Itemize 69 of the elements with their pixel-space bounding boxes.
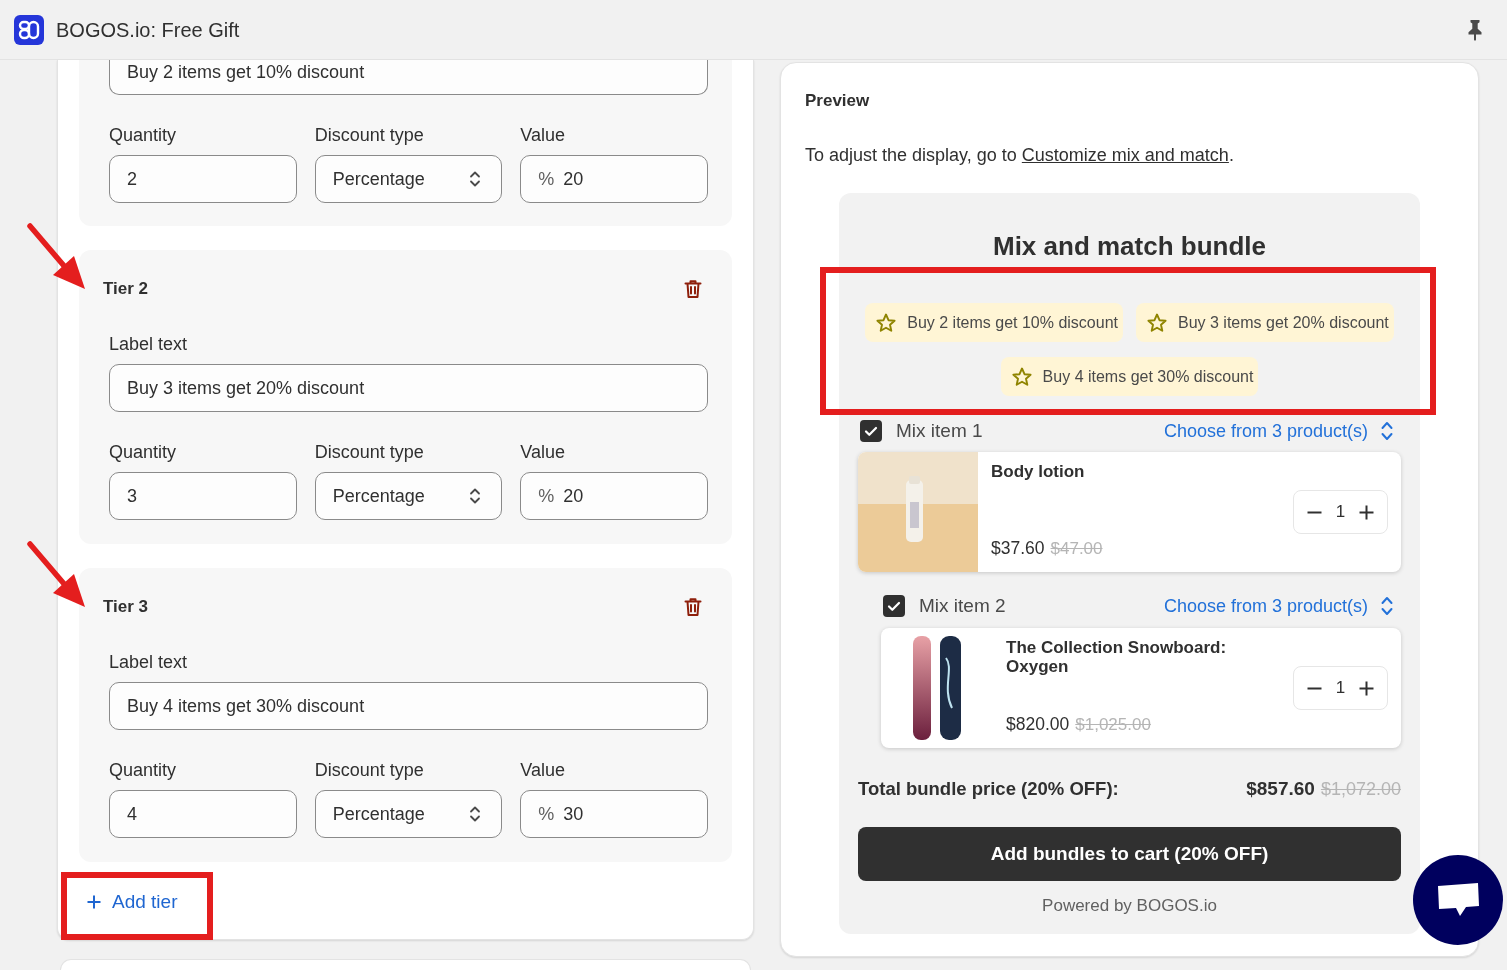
offer-label: Buy 3 items get 20% discount <box>1178 312 1389 333</box>
sale-price: $820.00 <box>1006 712 1070 736</box>
field-label: Discount type <box>314 441 425 464</box>
plus-icon[interactable] <box>1359 504 1374 520</box>
tier-title: Tier 3 <box>103 596 149 618</box>
product-name: The Collection Snowboard: Oxygen <box>1006 638 1228 676</box>
quantity-value: 1 <box>1335 677 1346 700</box>
input-field[interactable]: % 30 <box>520 790 708 838</box>
plus-icon <box>87 895 101 909</box>
add-to-cart-button[interactable]: Add bundles to cart (20% OFF) <box>858 827 1401 881</box>
chat-bubble-icon <box>1436 882 1480 918</box>
total-compare-at-price: $1,072.00 <box>1320 778 1401 800</box>
input-field[interactable]: Buy 4 items get 30% discount <box>109 682 708 730</box>
chevron-up-down-icon <box>469 804 482 824</box>
quantity-value: 1 <box>1335 501 1346 524</box>
offer-label: Buy 4 items get 30% discount <box>1042 366 1254 387</box>
field-label: Label text <box>109 651 189 674</box>
customize-link[interactable]: Customize mix and match <box>1021 145 1229 165</box>
chevron-up-down-icon <box>469 486 482 506</box>
chevron-up-down-icon[interactable] <box>1381 420 1393 442</box>
tier-title: Tier 2 <box>103 278 149 300</box>
input-field[interactable]: Buy 2 items get 10% discount <box>109 60 708 95</box>
trash-icon[interactable] <box>684 597 702 617</box>
checkbox[interactable] <box>883 595 905 617</box>
pin-icon[interactable] <box>1467 18 1483 41</box>
field-label: Value <box>520 124 567 147</box>
input-field[interactable]: Buy 3 items get 20% discount <box>109 364 708 412</box>
hint-text: To adjust the display, go to Customize mix and match. <box>805 144 1235 167</box>
logo-icon <box>14 14 44 45</box>
checkbox[interactable] <box>860 420 882 442</box>
field-label: Quantity <box>109 124 178 147</box>
compare-at-price: $1,025.00 <box>1075 713 1151 736</box>
sale-price: $37.60 <box>991 536 1045 560</box>
chevron-up-down-icon[interactable] <box>1381 595 1393 617</box>
section-title: Preview <box>805 90 871 112</box>
product-name: Body lotion <box>991 462 1086 481</box>
input-field[interactable]: % 20 <box>520 155 708 203</box>
input-field[interactable]: 4 <box>109 790 297 838</box>
field-label: Quantity <box>109 441 178 464</box>
mix-item-label: Mix item 2 <box>919 593 1006 618</box>
star-icon <box>876 312 897 333</box>
input-field[interactable]: 3 <box>109 472 297 520</box>
dropdown[interactable]: Percentage <box>314 790 503 838</box>
add-tier-button[interactable]: Add tier <box>79 884 186 920</box>
dropdown[interactable]: Percentage <box>314 155 503 203</box>
field-label: Label text <box>109 333 189 356</box>
powered-by-text: Powered by BOGOS.io <box>1041 895 1218 917</box>
dropdown[interactable]: Percentage <box>314 472 503 520</box>
chevron-up-down-icon <box>469 169 482 189</box>
field-label: Discount type <box>314 759 425 782</box>
compare-at-price: $47.00 <box>1050 537 1103 560</box>
choose-products-link[interactable]: Choose from 3 product(s) <box>1163 592 1368 620</box>
bundle-title: Mix and match bundle <box>992 230 1267 262</box>
trash-icon[interactable] <box>684 279 702 299</box>
field-label: Value <box>520 759 567 782</box>
field-label: Value <box>520 441 567 464</box>
input-field[interactable]: 2 <box>109 155 297 203</box>
input-field[interactable]: % 20 <box>520 472 708 520</box>
field-label: Discount type <box>314 124 425 147</box>
mix-item-label: Mix item 1 <box>896 418 983 443</box>
field-label: Quantity <box>109 759 178 782</box>
plus-icon[interactable] <box>1359 680 1374 696</box>
total-label: Total bundle price (20% OFF): <box>858 778 1119 800</box>
choose-products-link[interactable]: Choose from 3 product(s) <box>1163 417 1368 445</box>
offer-label: Buy 2 items get 10% discount <box>907 312 1118 333</box>
star-icon <box>1147 312 1167 333</box>
app-title: BOGOS.io: Free Gift <box>56 17 240 43</box>
star-icon <box>1011 366 1032 387</box>
total-price: $857.60 <box>1246 778 1315 800</box>
